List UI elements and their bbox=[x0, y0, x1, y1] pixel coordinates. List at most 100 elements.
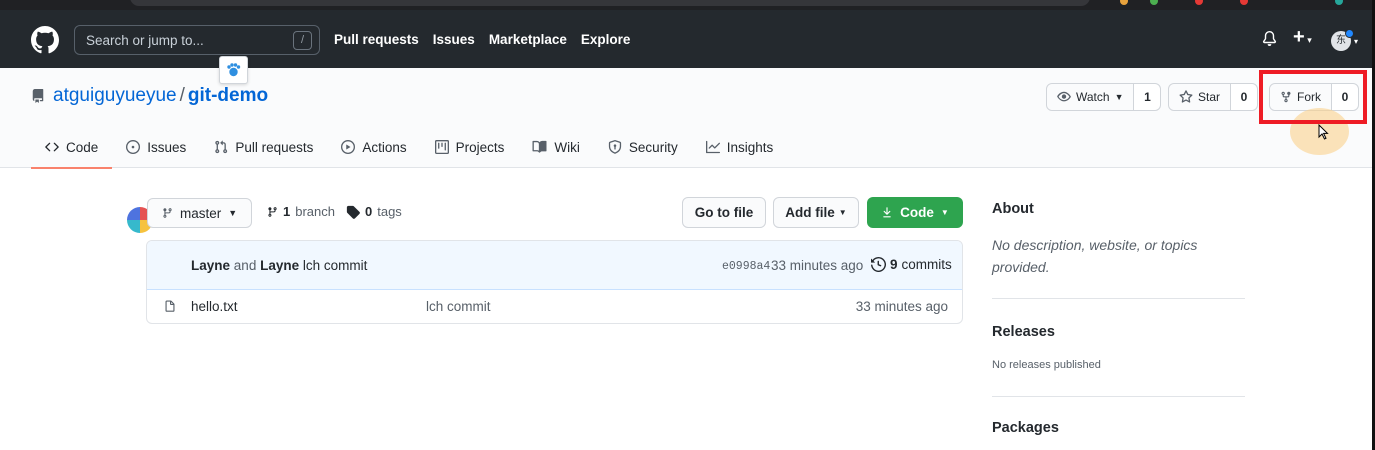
branch-select-button[interactable]: master ▼ bbox=[147, 198, 252, 228]
tab-label: Pull requests bbox=[235, 139, 314, 155]
watch-count[interactable]: 1 bbox=[1134, 84, 1161, 110]
star-label: Star bbox=[1198, 90, 1221, 104]
nav-pull-requests[interactable]: Pull requests bbox=[334, 32, 419, 47]
star-icon bbox=[1179, 90, 1193, 103]
global-header: / Pull requests Issues Marketplace Explo… bbox=[0, 10, 1375, 68]
status-dot-icon bbox=[1345, 29, 1354, 38]
extension-icon[interactable] bbox=[1150, 0, 1158, 5]
repository-header: atguiguyueyue / git-demo Watch ▼ 1 Star 0 … bbox=[0, 68, 1375, 169]
add-file-button[interactable]: Add file ▼ bbox=[773, 197, 859, 228]
file-icon bbox=[165, 300, 175, 312]
nav-explore[interactable]: Explore bbox=[581, 32, 631, 47]
file-browser: Layne and Layne lch commit e0998a4 33 mi… bbox=[146, 240, 963, 324]
about-description: No description, website, or topics provi… bbox=[992, 237, 1198, 275]
file-row[interactable]: hello.txt lch commit 33 minutes ago bbox=[147, 290, 962, 323]
github-logo-icon[interactable] bbox=[31, 26, 59, 54]
commit-time: 33 minutes ago bbox=[771, 258, 864, 273]
branches-link[interactable]: 1 branch bbox=[267, 204, 335, 219]
go-to-file-button[interactable]: Go to file bbox=[682, 197, 766, 228]
profile-icon[interactable] bbox=[1335, 0, 1343, 5]
play-icon bbox=[341, 140, 356, 154]
search-input[interactable] bbox=[75, 26, 319, 54]
packages-heading[interactable]: Packages bbox=[992, 420, 1059, 436]
book-icon bbox=[532, 140, 547, 153]
nav-marketplace[interactable]: Marketplace bbox=[489, 32, 567, 47]
tab-security[interactable]: Security bbox=[594, 126, 692, 168]
watch-label: Watch bbox=[1076, 90, 1110, 104]
path-separator: / bbox=[179, 85, 185, 106]
eye-icon bbox=[1057, 91, 1071, 102]
commit-author-link[interactable]: Layne bbox=[191, 258, 230, 273]
commit-message-link[interactable]: lch commit bbox=[303, 258, 368, 273]
tag-icon bbox=[346, 205, 360, 219]
search-shortcut-key: / bbox=[293, 31, 312, 50]
tab-code[interactable]: Code bbox=[31, 126, 113, 169]
paw-icon bbox=[227, 63, 241, 77]
commit-count-word: commits bbox=[901, 257, 952, 272]
watch-button[interactable]: Watch ▼ bbox=[1047, 84, 1135, 110]
about-heading: About bbox=[992, 201, 1034, 217]
commit-sha-link[interactable]: e0998a4 bbox=[722, 260, 770, 273]
commits-link[interactable]: 9 commits bbox=[871, 257, 952, 272]
code-label: Code bbox=[900, 205, 934, 220]
history-icon bbox=[871, 257, 886, 272]
bell-icon[interactable] bbox=[1262, 30, 1277, 47]
fork-highlight-box bbox=[1259, 70, 1367, 124]
tag-count: 0 bbox=[365, 204, 373, 219]
tab-label: Security bbox=[628, 139, 678, 155]
branch-icon bbox=[163, 208, 172, 218]
search-box[interactable]: / bbox=[74, 25, 320, 55]
code-download-button[interactable]: Code ▼ bbox=[867, 197, 963, 228]
sidebar-divider bbox=[992, 298, 1245, 299]
tab-insights[interactable]: Insights bbox=[692, 126, 788, 168]
tab-issues[interactable]: Issues bbox=[112, 126, 200, 168]
repo-title: atguiguyueyue / git-demo bbox=[53, 85, 268, 107]
create-new-button[interactable]: + ▾ bbox=[1293, 26, 1312, 49]
project-icon bbox=[434, 140, 449, 154]
issue-icon bbox=[126, 140, 141, 154]
commit-and: and bbox=[233, 258, 257, 273]
branch-name: master bbox=[180, 205, 222, 221]
tag-word: tags bbox=[377, 204, 402, 219]
pull-request-icon bbox=[215, 140, 228, 154]
commit-coauthor-link[interactable]: Layne bbox=[260, 258, 299, 273]
repo-name-link[interactable]: git-demo bbox=[188, 85, 268, 106]
repo-tabs: Code Issues Pull requests Actions Projec… bbox=[31, 126, 788, 169]
repo-icon bbox=[32, 89, 44, 103]
file-name-link[interactable]: hello.txt bbox=[191, 299, 238, 314]
branch-icon bbox=[268, 206, 277, 217]
code-icon bbox=[45, 142, 59, 152]
branch-word: branch bbox=[295, 204, 335, 219]
sidebar-divider bbox=[992, 396, 1245, 397]
star-count[interactable]: 0 bbox=[1231, 84, 1258, 110]
tab-label: Insights bbox=[726, 139, 774, 155]
watch-button-group: Watch ▼ 1 bbox=[1046, 83, 1162, 111]
releases-heading[interactable]: Releases bbox=[992, 324, 1055, 340]
commit-count: 9 bbox=[890, 257, 898, 272]
tab-label: Actions bbox=[362, 139, 407, 155]
chevron-down-icon[interactable]: ▾ bbox=[1354, 37, 1358, 46]
extension-icon[interactable] bbox=[1120, 0, 1128, 5]
tab-wiki[interactable]: Wiki bbox=[518, 126, 594, 168]
browser-address-bar[interactable] bbox=[130, 0, 1090, 6]
tags-link[interactable]: 0 tags bbox=[346, 204, 402, 219]
tab-pull-requests[interactable]: Pull requests bbox=[200, 126, 327, 168]
nav-issues[interactable]: Issues bbox=[433, 32, 475, 47]
repo-owner-link[interactable]: atguiguyueyue bbox=[53, 85, 177, 106]
chevron-down-icon: ▼ bbox=[228, 208, 238, 218]
chevron-down-icon: ▾ bbox=[1304, 35, 1312, 45]
releases-description: No releases published bbox=[992, 359, 1101, 371]
extension-icon[interactable] bbox=[1240, 0, 1248, 5]
go-to-file-label: Go to file bbox=[694, 205, 754, 220]
chevron-down-icon: ▼ bbox=[838, 208, 847, 217]
file-commit-message-link[interactable]: lch commit bbox=[426, 299, 491, 314]
paw-extension-icon[interactable] bbox=[219, 56, 248, 84]
add-file-label: Add file bbox=[785, 205, 835, 220]
extension-icon[interactable] bbox=[1195, 0, 1203, 5]
tab-actions[interactable]: Actions bbox=[327, 126, 420, 168]
graph-icon bbox=[705, 140, 720, 154]
browser-chrome bbox=[0, 0, 1375, 10]
star-button[interactable]: Star bbox=[1169, 84, 1232, 110]
chevron-down-icon: ▼ bbox=[940, 208, 949, 217]
tab-projects[interactable]: Projects bbox=[421, 126, 519, 168]
